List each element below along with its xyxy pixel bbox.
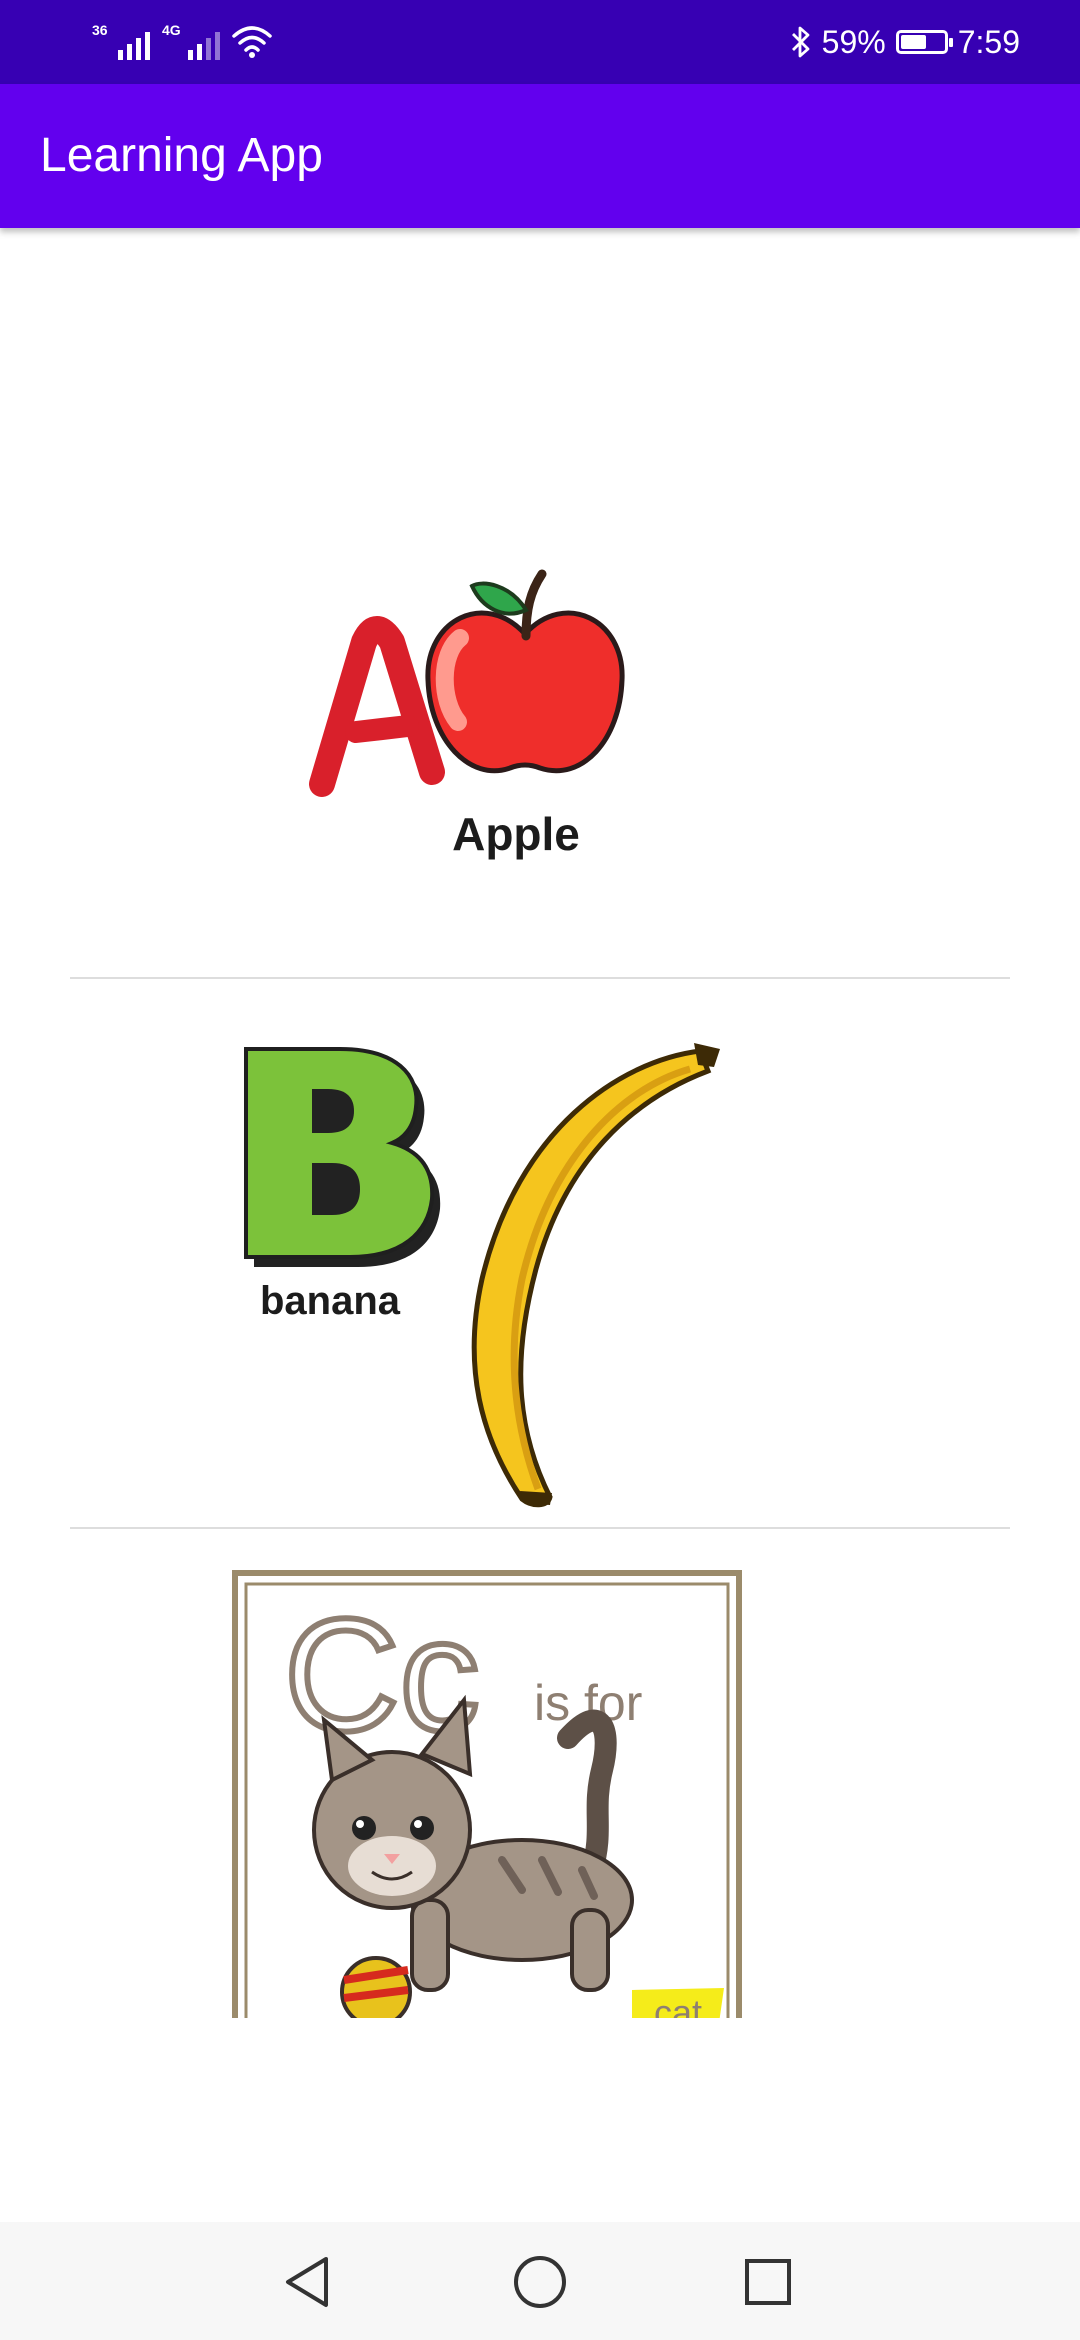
network-type-label: 4G xyxy=(162,22,181,38)
banana-label: banana xyxy=(260,1279,401,1323)
battery-fill xyxy=(900,35,926,49)
apple-card-image: A Apple xyxy=(309,569,625,860)
recents-icon xyxy=(745,2259,791,2305)
battery-icon xyxy=(895,30,953,54)
network-type-label: 36 xyxy=(92,22,108,38)
app-title: Learning App xyxy=(40,129,323,182)
status-bar: 36 4G 59% 7:59 xyxy=(0,0,1080,84)
alphabet-list[interactable]: A Apple banana xyxy=(0,228,1080,2018)
signal-icon: 4G xyxy=(160,22,220,60)
home-icon xyxy=(514,2256,566,2308)
list-item-cat[interactable]: Cc is for cat xyxy=(0,1570,1080,2018)
banana-card-image: banana xyxy=(244,1043,720,1508)
cat-card-image: Cc is for cat xyxy=(232,1570,742,2018)
list-divider xyxy=(70,1527,1010,1529)
cat-label: cat xyxy=(654,1992,702,2018)
clock: 7:59 xyxy=(957,23,1020,60)
navigation-bar xyxy=(0,2222,1080,2340)
home-button[interactable] xyxy=(508,2250,572,2314)
back-icon xyxy=(286,2257,328,2307)
apple-label: Apple xyxy=(452,808,580,860)
recents-button[interactable] xyxy=(736,2250,800,2314)
status-right: 59% 7:59 xyxy=(790,20,1020,64)
app-bar: Learning App xyxy=(0,84,1080,228)
wifi-icon xyxy=(232,26,272,58)
list-item-banana[interactable]: banana xyxy=(0,979,1080,1527)
battery-percent: 59% xyxy=(821,23,886,60)
back-button[interactable] xyxy=(276,2250,340,2314)
status-left: 36 4G xyxy=(90,20,274,64)
signal-icon: 36 xyxy=(90,22,150,60)
bluetooth-icon xyxy=(791,26,810,58)
